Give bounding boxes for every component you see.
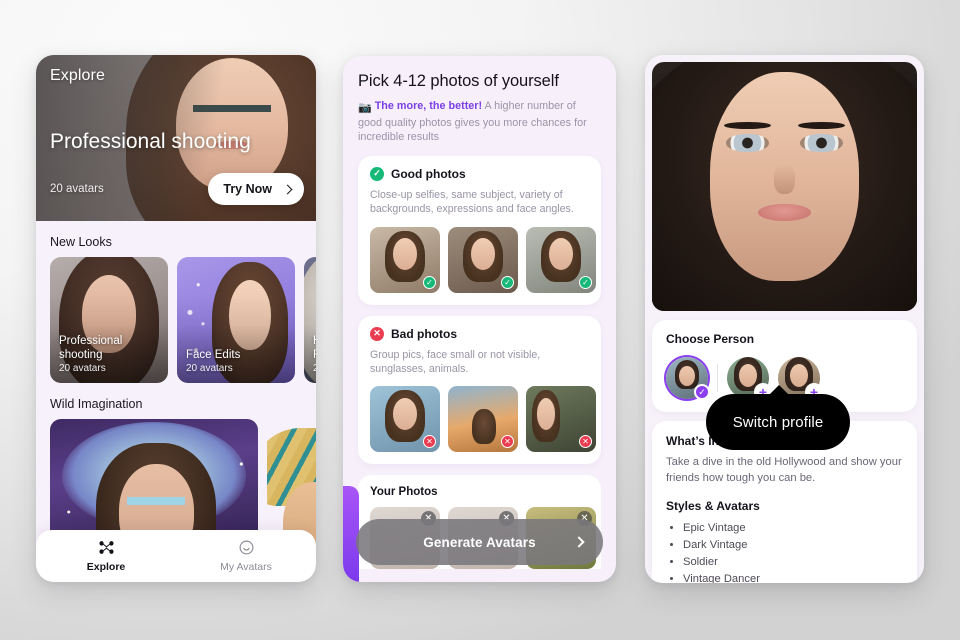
new-looks-row[interactable]: Professional shooting 20 avatars Face Ed… xyxy=(36,257,316,383)
hero-eye-right xyxy=(800,134,843,152)
try-now-button[interactable]: Try Now xyxy=(208,173,304,205)
tab-explore-label: Explore xyxy=(86,561,126,573)
look-card-professional-shooting[interactable]: Professional shooting 20 avatars xyxy=(50,257,168,383)
good-photos-title: Good photos xyxy=(391,166,466,181)
generate-avatars-label: Generate Avatars xyxy=(423,534,536,550)
tooltip-arrow xyxy=(769,385,789,395)
whats-inside-description: Take a dive in the old Hollywood and sho… xyxy=(666,456,902,484)
check-circle-icon: ✓ xyxy=(370,166,384,181)
list-item: Soldier xyxy=(683,554,903,571)
good-photo-thumb[interactable]: ✓ xyxy=(448,226,518,293)
chevron-right-icon xyxy=(282,184,293,194)
profile-hero-image xyxy=(652,62,917,311)
check-badge-icon: ✓ xyxy=(579,275,592,289)
look-caption: Professional shooting 20 avatars xyxy=(59,335,168,374)
x-badge-icon: ✕ xyxy=(501,435,514,449)
look-card-meta: 20 avatars xyxy=(59,363,106,374)
good-photos-thumbs[interactable]: ✓ ✓ ✓ xyxy=(370,226,596,293)
good-photo-thumb[interactable]: ✓ xyxy=(526,226,596,293)
check-badge-icon: ✓ xyxy=(423,275,436,289)
x-circle-icon: ✕ xyxy=(370,326,384,341)
section-title-new-looks: New Looks xyxy=(50,235,112,249)
list-item: Epic Vintage xyxy=(683,520,903,537)
choose-person-title: Choose Person xyxy=(666,332,755,346)
look-card-hairstyles[interactable]: Hairs Femin 20 ava xyxy=(304,257,316,383)
bad-photos-card: ✕ Bad photos Group pics, face small or n… xyxy=(358,315,601,465)
explore-icon xyxy=(98,541,114,554)
hero-title: Professional shooting xyxy=(50,130,251,153)
look-caption: Hairs Femin 20 ava xyxy=(313,335,316,374)
good-photo-thumb[interactable]: ✓ xyxy=(370,226,440,293)
check-badge-icon: ✓ xyxy=(501,275,514,289)
look-card-meta: 20 avatars xyxy=(186,363,233,374)
hero-nose xyxy=(773,164,796,194)
bad-photo-thumb[interactable]: ✕ xyxy=(370,386,440,453)
camera-icon: 📷 xyxy=(358,102,372,114)
upload-heading: Pick 4-12 photos of yourself xyxy=(358,72,559,90)
try-now-label: Try Now xyxy=(223,182,272,196)
look-card-face-edits[interactable]: Face Edits 20 avatars xyxy=(177,257,295,383)
bad-photos-title: Bad photos xyxy=(391,326,457,341)
look-caption: Face Edits 20 avatars xyxy=(186,349,240,375)
bad-photos-header: ✕ Bad photos xyxy=(370,326,590,341)
bad-photos-description: Group pics, face small or not visible, s… xyxy=(370,348,541,375)
tab-my-avatars-label: My Avatars xyxy=(220,561,272,573)
look-card-meta: 20 ava xyxy=(313,363,316,374)
tooltip-label: Switch profile xyxy=(732,413,824,431)
styles-avatars-list: Epic Vintage Dark Vintage Soldier Vintag… xyxy=(666,520,903,583)
avatar-person-2[interactable]: + xyxy=(727,357,772,401)
x-badge-icon: ✕ xyxy=(579,435,592,449)
generate-avatars-button[interactable]: Generate Avatars xyxy=(356,519,603,565)
upload-lead: 📷 The more, the better! A higher number o… xyxy=(358,99,601,145)
hero-banner[interactable]: Explore Professional shooting 20 avatars… xyxy=(36,55,316,221)
hero-subtitle: 20 avatars xyxy=(50,183,104,195)
upload-content: Pick 4-12 photos of yourself 📷 The more, … xyxy=(343,56,616,570)
avatar-person-1[interactable]: ✓ xyxy=(666,357,710,400)
tab-explore[interactable]: Explore xyxy=(36,530,176,582)
look-card-name: Hairs Femin xyxy=(313,335,316,362)
screenshot-stage: Explore Professional shooting 20 avatars… xyxy=(0,0,960,640)
bad-photo-thumb[interactable]: ✕ xyxy=(448,386,518,453)
bad-photos-thumbs[interactable]: ✕ ✕ ✕ xyxy=(370,386,596,453)
phone-explore-screen: Explore Professional shooting 20 avatars… xyxy=(36,55,316,582)
list-item: Dark Vintage xyxy=(683,537,903,554)
wild-eyes xyxy=(126,497,186,505)
bad-photo-thumb[interactable]: ✕ xyxy=(526,386,596,453)
good-photos-header: ✓ Good photos xyxy=(370,166,590,181)
styles-avatars-title: Styles & Avatars xyxy=(666,499,760,513)
look-card-name: Face Edits xyxy=(186,348,241,361)
hero-eye-left xyxy=(726,134,769,152)
check-badge-icon: ✓ xyxy=(694,384,710,400)
list-item: Vintage Dancer xyxy=(683,571,903,583)
look-card-name: Professional shooting xyxy=(59,335,123,361)
switch-profile-tooltip: Switch profile xyxy=(706,385,850,450)
phone-upload-screen: Pick 4-12 photos of yourself 📷 The more, … xyxy=(343,56,616,582)
chevron-right-icon xyxy=(573,536,585,548)
explore-body: New Looks Professional shooting 20 avata… xyxy=(36,221,316,582)
section-title-wild-imagination: Wild Imagination xyxy=(50,397,143,411)
tab-my-avatars[interactable]: My Avatars xyxy=(176,530,316,582)
good-photos-description: Close-up selfies, same subject, variety … xyxy=(370,188,574,216)
phone-profile-screen: Choose Person ✓ + + What’s Inside Take a… xyxy=(645,55,924,583)
x-badge-icon: ✕ xyxy=(423,435,436,449)
your-photos-title: Your Photos xyxy=(370,486,438,499)
good-photos-card: ✓ Good photos Close-up selfies, same sub… xyxy=(358,155,601,305)
page-title: Explore xyxy=(50,67,105,84)
bottom-tab-bar[interactable]: Explore My Avatars xyxy=(36,530,316,582)
avatar-face-icon xyxy=(239,540,253,555)
divider xyxy=(717,364,718,392)
upload-lead-bold: The more, the better! xyxy=(374,100,483,112)
